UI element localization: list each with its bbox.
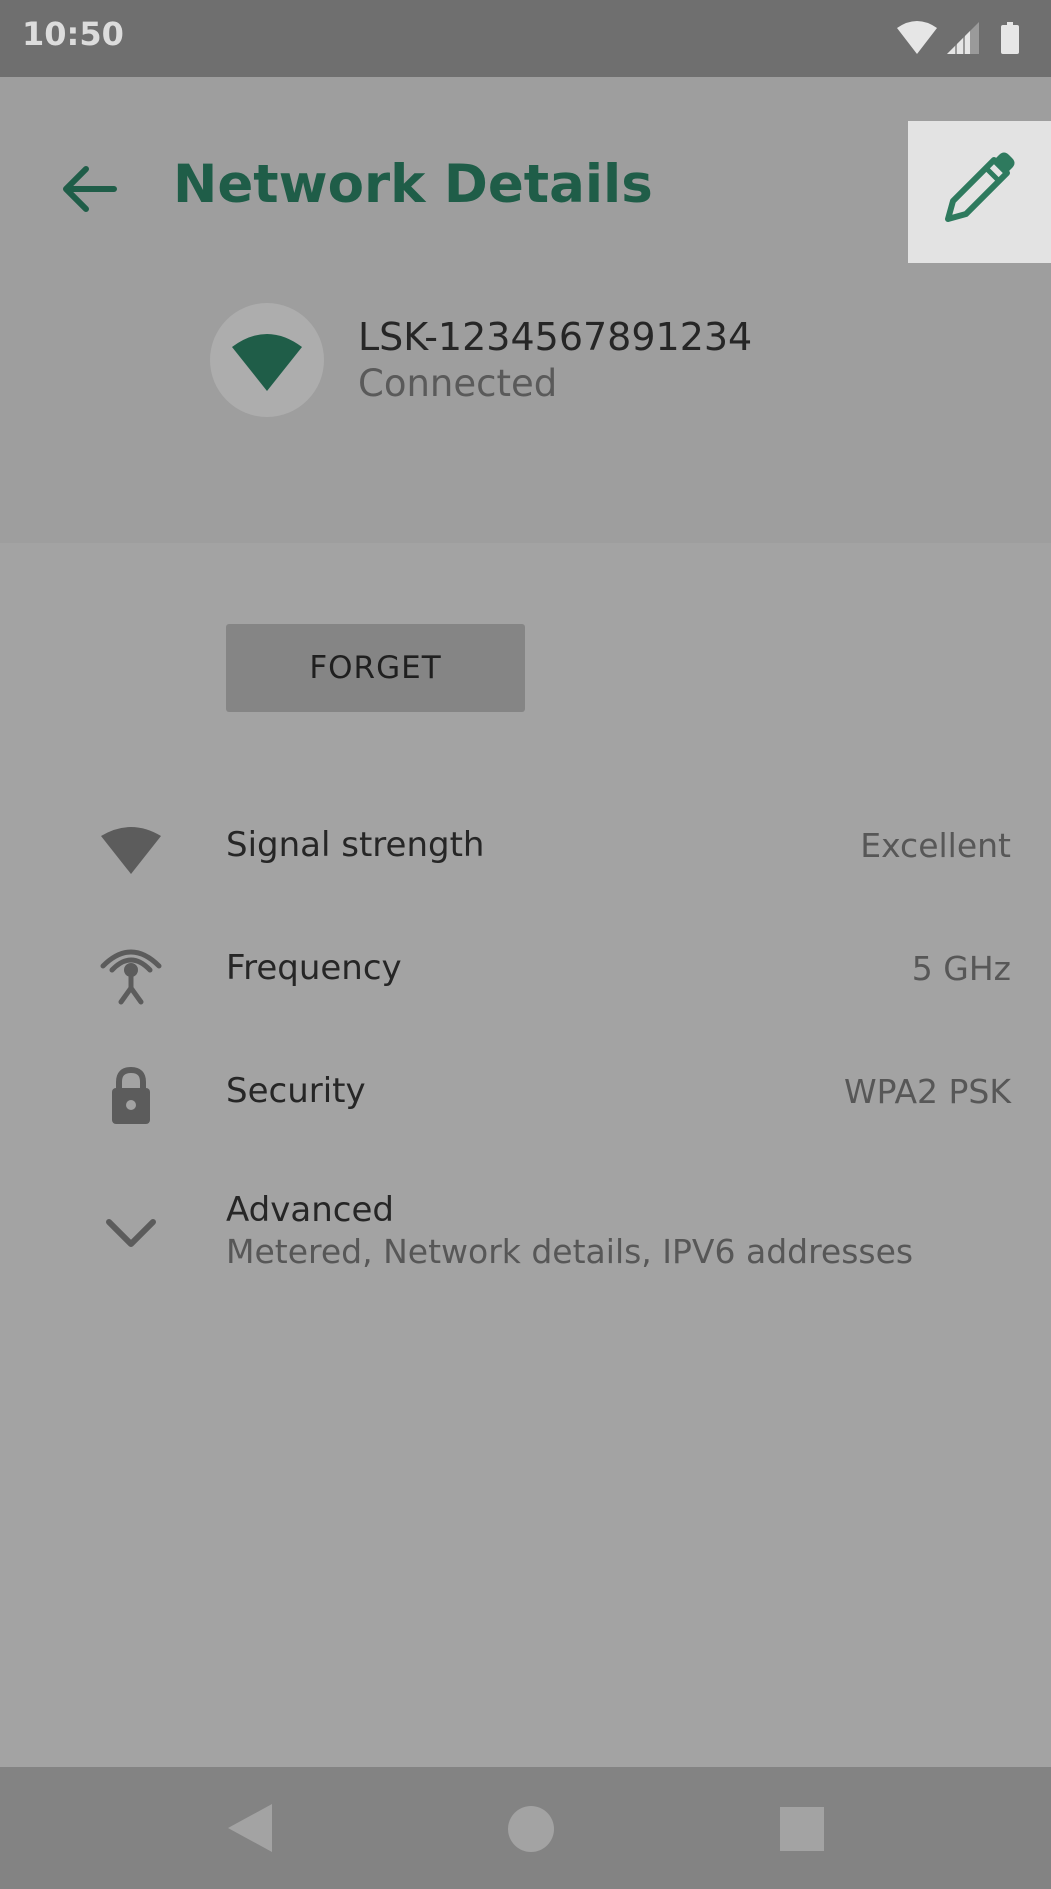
network-status: Connected [358,362,558,405]
signal-strength-value: Excellent [860,826,1011,865]
security-label: Security [226,1071,366,1111]
forget-button[interactable]: FORGET [226,624,525,712]
status-icons [897,21,1019,54]
status-time: 10:50 [22,15,124,53]
back-button[interactable] [50,150,130,230]
pencil-icon [945,152,1015,222]
frequency-label: Frequency [226,948,402,988]
advanced-subtitle: Metered, Network details, IPV6 addresses [226,1232,914,1271]
status-bar: 10:50 [0,0,1051,77]
navigation-bar [0,1767,1051,1889]
wifi-icon [232,334,302,391]
home-circle-icon[interactable] [504,1802,558,1856]
network-badge [210,303,324,417]
advanced-label: Advanced [226,1190,394,1230]
lock-icon [112,1066,150,1124]
signal-strength-label: Signal strength [226,825,485,865]
security-value: WPA2 PSK [844,1072,1011,1111]
page-title: Network Details [173,154,653,215]
battery-icon [1001,22,1019,54]
recents-square-icon[interactable] [775,1802,829,1856]
edit-button[interactable] [908,121,1051,263]
wifi-signal-icon [101,827,161,874]
back-triangle-icon[interactable] [220,1800,276,1856]
network-name: LSK-1234567891234 [358,315,753,359]
chevron-down-icon [106,1219,156,1247]
network-header [0,77,1051,543]
arrow-back-icon [63,166,117,212]
wifi-icon [897,21,937,54]
antenna-icon [100,949,162,1005]
frequency-value: 5 GHz [911,949,1011,988]
cell-signal-icon [947,22,979,54]
